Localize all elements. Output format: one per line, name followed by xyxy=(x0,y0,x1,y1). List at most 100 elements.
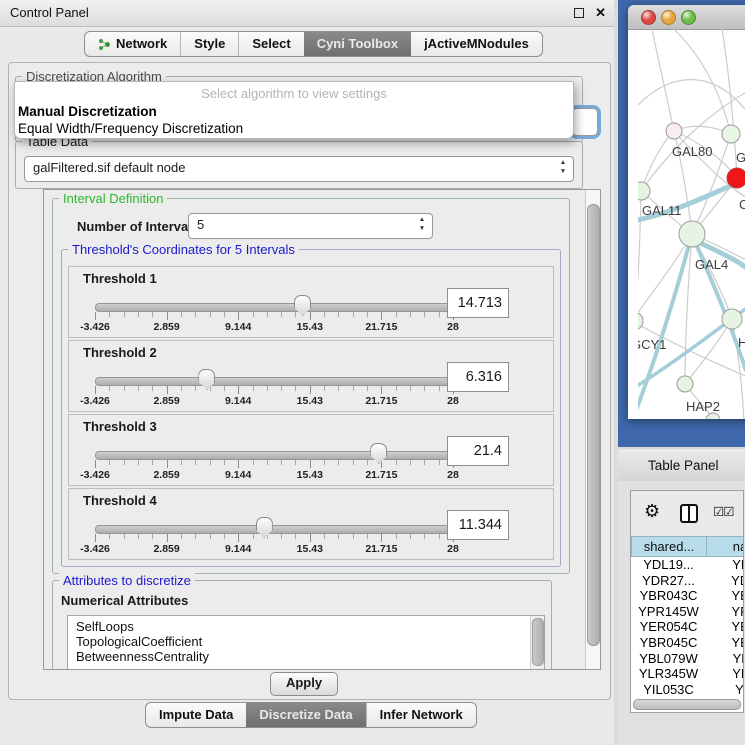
table-row[interactable]: YPR145WYPR1 xyxy=(631,604,744,620)
threshold-coordinates-group: Threshold's Coordinates for 5 Intervals … xyxy=(61,249,561,567)
table-cell[interactable]: YBR0 xyxy=(706,635,744,651)
table-row[interactable]: YIL053CYIL0 xyxy=(631,682,744,698)
table-cell[interactable]: YPR1 xyxy=(706,604,744,620)
slider-track[interactable] xyxy=(95,303,455,312)
table-row[interactable]: YBR045CYBR0 xyxy=(631,635,744,651)
table-cell[interactable]: YDL1 xyxy=(706,557,744,573)
network-view-window: GAL80GAGAL11CGAL4GCY1HHAP2 xyxy=(628,5,745,419)
numerical-attributes-list[interactable]: SelfLoopsTopologicalCoefficientBetweenne… xyxy=(67,615,545,670)
table-row[interactable]: YDL19...YDL1 xyxy=(631,557,744,573)
table-cell[interactable]: YBR0 xyxy=(706,588,744,604)
table-cell[interactable]: YLR345W xyxy=(631,666,706,682)
table-cell[interactable]: YIL053C xyxy=(631,682,706,698)
network-node[interactable] xyxy=(727,168,745,188)
tick-mark xyxy=(267,460,268,465)
table-row[interactable]: YER054CYER0 xyxy=(631,619,744,635)
mac-close-icon[interactable] xyxy=(641,10,656,25)
dropdown-option[interactable]: Equal Width/Frequency Discretization xyxy=(18,120,570,137)
tick-mark xyxy=(95,534,96,542)
stepper-icon[interactable]: ▲ ▼ xyxy=(556,158,570,176)
gear-icon[interactable]: ⚙ xyxy=(644,501,660,522)
horizontal-scrollbar[interactable] xyxy=(633,699,741,710)
threshold-value-field[interactable]: 14.713 xyxy=(447,288,509,318)
network-node[interactable] xyxy=(677,376,693,392)
tick-mark xyxy=(353,534,354,539)
attribute-item[interactable]: SelfLoops xyxy=(76,619,544,634)
network-canvas[interactable]: GAL80GAGAL11CGAL4GCY1HHAP2 xyxy=(638,29,745,419)
threshold-value-field[interactable]: 11.344 xyxy=(447,510,509,540)
mac-zoom-icon[interactable] xyxy=(681,10,696,25)
tab-network[interactable]: Network xyxy=(85,32,180,56)
mac-minimize-icon[interactable] xyxy=(661,10,676,25)
tab-cyni-toolbox[interactable]: Cyni Toolbox xyxy=(304,32,411,56)
table-row[interactable]: YBR043CYBR0 xyxy=(631,588,744,604)
network-edge[interactable] xyxy=(638,234,692,321)
slider-track[interactable] xyxy=(95,377,455,386)
network-edge[interactable] xyxy=(641,131,674,191)
table-cell[interactable]: YDR27... xyxy=(631,573,706,589)
network-node[interactable] xyxy=(679,221,705,247)
table-data-combobox[interactable]: galFiltered.sif default node ▲ ▼ xyxy=(24,156,574,182)
table-cell[interactable]: YBR045C xyxy=(631,635,706,651)
network-window-titlebar[interactable] xyxy=(628,5,745,30)
tick-mark xyxy=(396,460,397,465)
algorithm-combobox[interactable] xyxy=(572,108,598,136)
scrollbar-thumb[interactable] xyxy=(587,204,600,646)
column-layout-icon[interactable] xyxy=(680,504,698,523)
numerical-attributes-label: Numerical Attributes xyxy=(61,593,188,608)
network-edge[interactable] xyxy=(652,29,674,131)
tick-mark xyxy=(152,460,153,465)
slider-track[interactable] xyxy=(95,451,455,460)
network-node[interactable] xyxy=(666,123,682,139)
apply-button[interactable]: Apply xyxy=(270,672,338,696)
table-row[interactable]: YBL079WYBL0 xyxy=(631,651,744,667)
slider-track[interactable] xyxy=(95,525,455,534)
tab-impute-data[interactable]: Impute Data xyxy=(146,703,246,727)
tick-mark xyxy=(210,312,211,317)
tab-infer-network[interactable]: Infer Network xyxy=(366,703,476,727)
number-of-intervals-spinner[interactable]: 5 ▲ ▼ xyxy=(188,213,433,239)
tab-discretize-data[interactable]: Discretize Data xyxy=(246,703,365,727)
table-cell[interactable]: YPR145W xyxy=(631,604,706,620)
tick-mark xyxy=(338,386,339,391)
table-cell[interactable]: YIL0 xyxy=(706,682,744,698)
scrollbar-thumb[interactable] xyxy=(532,618,544,666)
select-columns-icons[interactable]: ☑☑ xyxy=(713,504,733,519)
network-node[interactable] xyxy=(722,309,742,329)
table-cell[interactable]: YDL19... xyxy=(631,557,706,573)
table-cell[interactable]: YER054C xyxy=(631,619,706,635)
tick-label: -3.426 xyxy=(80,395,110,407)
attribute-item[interactable]: TopologicalCoefficient xyxy=(76,634,544,649)
table-cell[interactable]: YDR2 xyxy=(706,573,744,589)
table-panel-title: Table Panel xyxy=(648,451,719,481)
tab-style[interactable]: Style xyxy=(180,32,238,56)
attribute-item[interactable]: BetweennessCentrality xyxy=(76,649,544,664)
dropdown-option[interactable]: Manual Discretization xyxy=(18,103,570,120)
tab-jactivemnodules[interactable]: jActiveMNodules xyxy=(411,32,542,56)
close-icon[interactable]: ✕ xyxy=(595,0,606,26)
table-row[interactable]: YDR27...YDR2 xyxy=(631,573,744,589)
network-node[interactable] xyxy=(722,125,740,143)
vertical-scrollbar[interactable] xyxy=(585,190,600,669)
table-row[interactable]: YLR345WYLR3 xyxy=(631,666,744,682)
threshold-value-field[interactable]: 21.4 xyxy=(447,436,509,466)
table-cell[interactable]: YBL079W xyxy=(631,651,706,667)
tick-mark xyxy=(310,386,311,394)
network-edge[interactable] xyxy=(674,29,731,134)
table-cell[interactable]: YLR3 xyxy=(706,666,744,682)
table-toolbar: ⚙ ☑☑ xyxy=(631,491,743,536)
stepper-icon[interactable]: ▲ ▼ xyxy=(415,215,429,233)
slider-tick-labels: -3.4262.8599.14415.4321.71528 xyxy=(95,395,453,407)
table-cell[interactable]: YBR043C xyxy=(631,588,706,604)
network-edge[interactable] xyxy=(722,29,737,178)
tab-select[interactable]: Select xyxy=(238,32,303,56)
network-node[interactable] xyxy=(638,312,643,330)
list-scrollbar[interactable] xyxy=(530,616,544,670)
column-header-name[interactable]: name xyxy=(706,536,744,557)
network-edge[interactable] xyxy=(638,191,641,321)
threshold-value-field[interactable]: 6.316 xyxy=(447,362,509,392)
table-cell[interactable]: YER0 xyxy=(706,619,744,635)
column-header-shared-name[interactable]: shared... xyxy=(631,536,706,557)
float-window-icon[interactable] xyxy=(574,8,584,18)
table-cell[interactable]: YBL0 xyxy=(706,651,744,667)
